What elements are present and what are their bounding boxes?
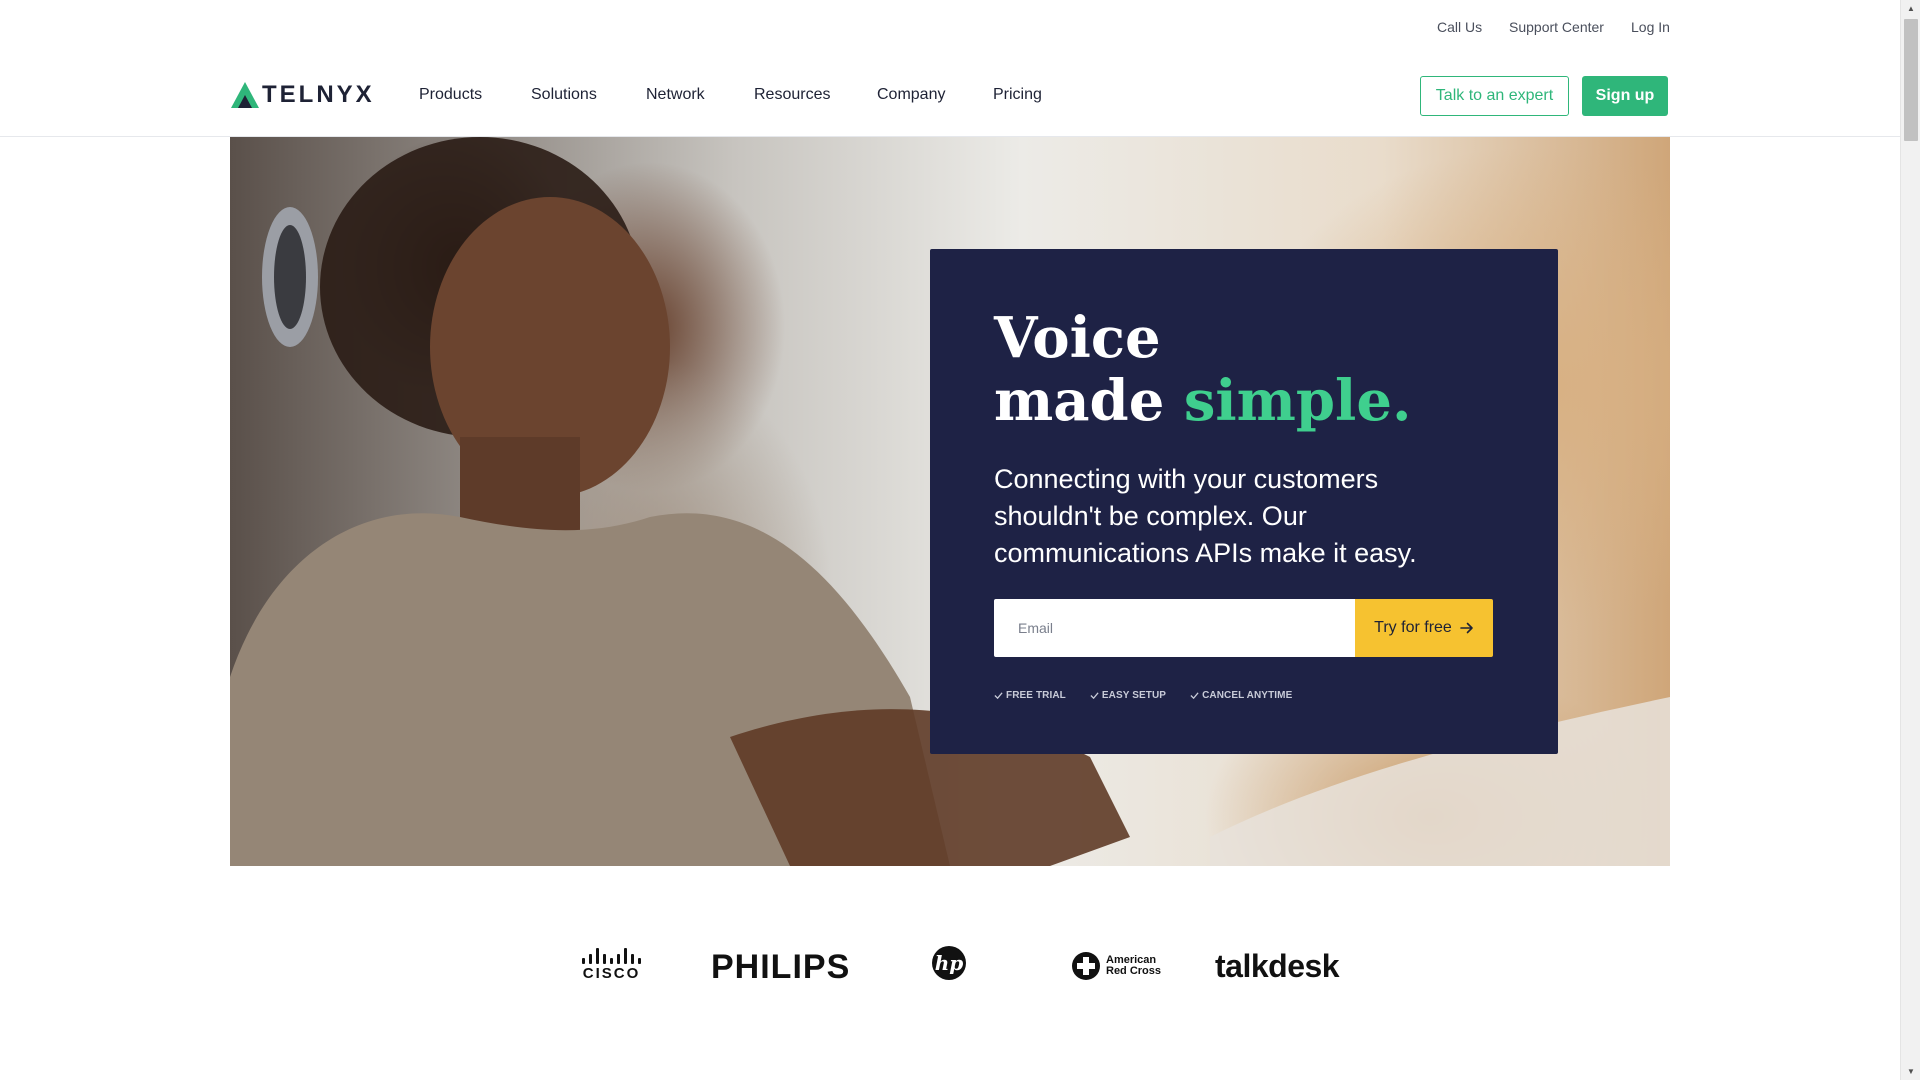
signup-form: Try for free: [994, 599, 1493, 657]
page: Call Us Support Center Log In TELNYX Pro…: [0, 0, 1920, 1080]
utility-bar: Call Us Support Center Log In: [0, 0, 1900, 56]
feature-item: EASY SETUP: [1090, 690, 1166, 701]
feature-list: FREE TRIAL EASY SETUP CANCEL ANYTIME: [994, 690, 1292, 701]
red-cross-logo: American Red Cross: [1072, 952, 1161, 980]
feature-label: FREE TRIAL: [1006, 690, 1066, 701]
support-center-link[interactable]: Support Center: [1509, 19, 1604, 35]
hp-mark: hp: [932, 946, 966, 980]
red-cross-line-2: Red Cross: [1106, 965, 1162, 977]
check-icon: [1190, 692, 1199, 700]
hp-logo: hp: [932, 946, 966, 980]
headline-accent: simple.: [1183, 368, 1412, 434]
sign-up-button[interactable]: Sign up: [1582, 76, 1668, 116]
nav-company[interactable]: Company: [877, 86, 945, 104]
talk-to-expert-button[interactable]: Talk to an expert: [1420, 76, 1569, 116]
feature-label: EASY SETUP: [1101, 690, 1167, 701]
call-us-link[interactable]: Call Us: [1437, 19, 1482, 35]
main-header: TELNYX Products Solutions Network Resour…: [0, 56, 1900, 137]
headline-line-2-prefix: made: [994, 368, 1184, 434]
talkdesk-logo: talkdesk: [1215, 948, 1340, 985]
logo-wordmark: TELNYX: [262, 81, 375, 108]
hero-headline: Voice made simple.: [994, 307, 1411, 433]
nav-network[interactable]: Network: [646, 86, 705, 104]
feature-item: FREE TRIAL: [994, 690, 1066, 701]
nav-products[interactable]: Products: [419, 86, 482, 104]
talkdesk-wordmark: talkdesk: [1215, 948, 1340, 984]
page-scrollbar[interactable]: ▲ ▼: [1900, 0, 1920, 1080]
headline-line-1: Voice: [994, 305, 1161, 371]
feature-label: CANCEL ANYTIME: [1202, 690, 1293, 701]
try-for-free-label: Try for free: [1374, 619, 1452, 636]
feature-item: CANCEL ANYTIME: [1190, 690, 1292, 701]
nav-solutions[interactable]: Solutions: [531, 86, 597, 104]
telnyx-triangle-icon: [231, 82, 259, 108]
red-cross-wordmark: American Red Cross: [1106, 955, 1161, 977]
scrollbar-thumb[interactable]: [1904, 19, 1918, 141]
check-icon: [1090, 692, 1099, 700]
red-cross-icon: [1072, 952, 1100, 980]
philips-logo: PHILIPS: [711, 948, 851, 986]
caret-up-icon[interactable]: ▲: [1901, 0, 1920, 17]
cisco-wordmark: CISCO: [582, 965, 641, 982]
cisco-bars-icon: [582, 948, 641, 964]
cisco-logo: CISCO: [582, 948, 641, 982]
email-input[interactable]: [994, 599, 1355, 657]
nav-resources[interactable]: Resources: [754, 86, 830, 104]
try-for-free-button[interactable]: Try for free: [1355, 599, 1493, 657]
hero-card: Voice made simple. Connecting with your …: [930, 249, 1558, 754]
customer-logos: CISCO PHILIPS hp American Red Cross talk…: [0, 940, 1900, 992]
check-icon: [994, 692, 1003, 700]
hero-subtext: Connecting with your customers shouldn't…: [994, 464, 1417, 568]
arrow-right-icon: [1460, 622, 1473, 634]
log-in-link[interactable]: Log In: [1631, 19, 1670, 35]
hero-section: Voice made simple. Connecting with your …: [230, 137, 1670, 866]
telnyx-logo[interactable]: TELNYX: [230, 80, 375, 110]
caret-down-icon[interactable]: ▼: [1901, 1063, 1920, 1080]
nav-pricing[interactable]: Pricing: [993, 86, 1042, 104]
